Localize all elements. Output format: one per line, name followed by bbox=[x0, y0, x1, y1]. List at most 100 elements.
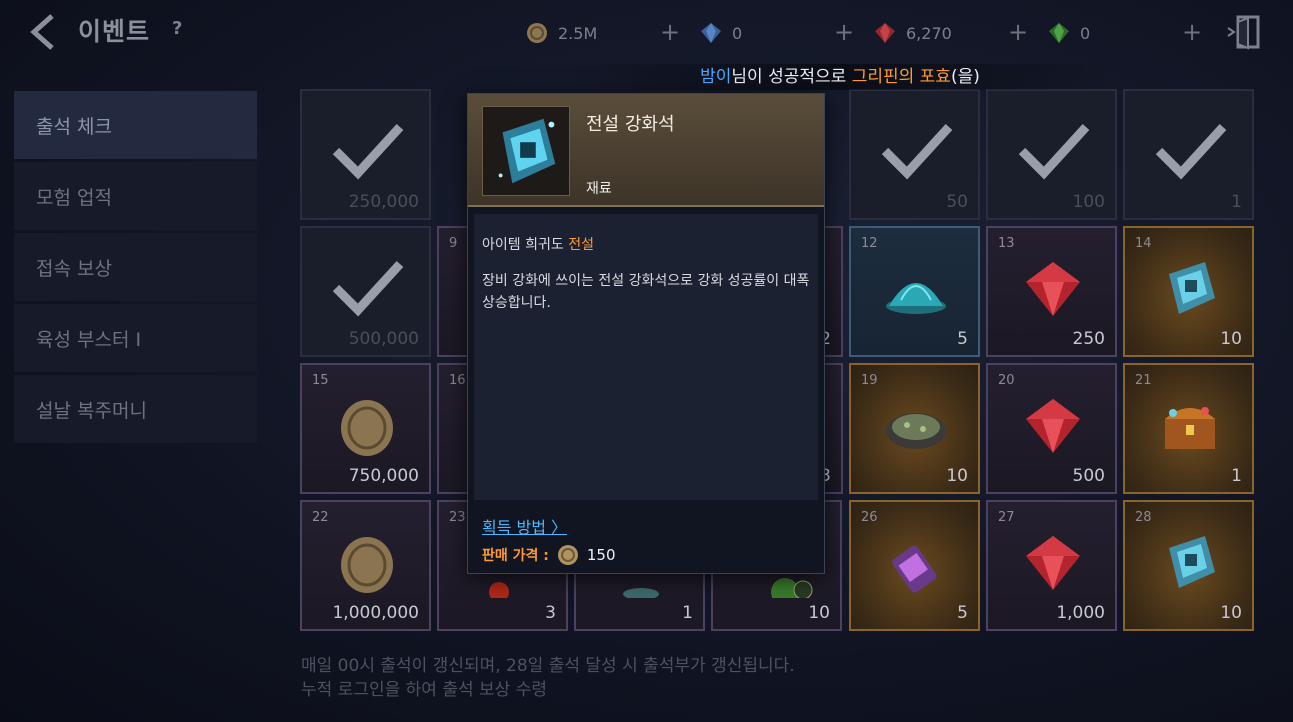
page-title: 이벤트 bbox=[78, 17, 151, 46]
gold-amount: 2.5M bbox=[558, 23, 598, 43]
check-icon bbox=[881, 123, 953, 180]
reward-cell[interactable]: 22 1,000,000 bbox=[300, 500, 431, 631]
reward-quantity: 10 bbox=[1220, 603, 1242, 623]
legend-enhance-stone-icon bbox=[1169, 536, 1215, 588]
scroll-icon bbox=[892, 545, 937, 593]
rarity-label: 아이템 희귀도 bbox=[482, 237, 564, 253]
reward-quantity: 750,000 bbox=[348, 466, 419, 486]
ore-icon bbox=[886, 413, 946, 449]
day-number: 21 bbox=[1135, 373, 1152, 388]
gold-coin-icon bbox=[557, 545, 578, 565]
reward-quantity: 10 bbox=[808, 603, 830, 623]
reward-quantity: 100 bbox=[1072, 192, 1105, 212]
reward-cell[interactable]: 28 10 bbox=[1123, 500, 1254, 631]
reward-quantity: 1,000 bbox=[1056, 603, 1105, 623]
day-number: 13 bbox=[998, 236, 1015, 251]
reward-cell[interactable]: 250,000 bbox=[300, 89, 431, 220]
info-line: 누적 로그인을 하여 출석 보상 수령 bbox=[301, 680, 547, 700]
event-sidebar: 출석 체크 모험 업적 접속 보상 육성 부스터 I 설날 복주머니 bbox=[14, 91, 257, 446]
sidebar-item-label: 모험 업적 bbox=[36, 186, 112, 209]
reward-quantity: 500 bbox=[1072, 466, 1105, 486]
item-rarity: 아이템 희귀도 전설 bbox=[482, 234, 594, 254]
reward-quantity: 500,000 bbox=[348, 329, 419, 349]
sidebar-item-growth-booster[interactable]: 육성 부스터 I bbox=[14, 304, 257, 372]
blue-gem-icon bbox=[700, 22, 722, 44]
red-gem-icon bbox=[1026, 262, 1080, 316]
green-gem-icon bbox=[1048, 22, 1070, 44]
sidebar-item-attendance[interactable]: 출석 체크 bbox=[14, 91, 257, 159]
reward-cell[interactable]: 100 bbox=[986, 89, 1117, 220]
price-label: 판매 가격 : bbox=[482, 548, 549, 564]
legend-enhance-stone-icon bbox=[1169, 262, 1215, 314]
reward-cell[interactable]: 50 bbox=[849, 89, 980, 220]
reward-cell[interactable]: 500,000 bbox=[300, 226, 431, 357]
rarity-value: 전설 bbox=[568, 237, 594, 253]
sidebar-item-label: 접속 보상 bbox=[36, 257, 112, 280]
sell-price: 판매 가격 : 150 bbox=[482, 544, 616, 566]
notice-text: 님이 성공적으로 bbox=[731, 67, 852, 87]
reward-cell[interactable]: 21 1 bbox=[1123, 363, 1254, 494]
notice-player-name: 밤이 bbox=[700, 67, 732, 87]
reward-quantity: 3 bbox=[545, 603, 556, 623]
reward-quantity: 250,000 bbox=[348, 192, 419, 212]
reward-cell[interactable]: 26 5 bbox=[849, 500, 980, 631]
item-description: 장비 강화에 쓰이는 전설 강화석으로 강화 성공률이 대폭 상승합니다. bbox=[482, 273, 810, 311]
add-green-gem-button[interactable]: + bbox=[1182, 18, 1202, 46]
reward-cell[interactable]: 15 750,000 bbox=[300, 363, 431, 494]
sidebar-item-label: 출석 체크 bbox=[36, 115, 112, 138]
reward-cell[interactable]: 14 10 bbox=[1123, 226, 1254, 357]
help-button[interactable]: ? bbox=[172, 18, 182, 39]
currency-green-gem: 0 bbox=[1048, 20, 1090, 46]
reward-cell[interactable]: 20 500 bbox=[986, 363, 1117, 494]
currency-blue-gem: 0 bbox=[700, 20, 742, 46]
day-number: 26 bbox=[861, 510, 878, 525]
reward-quantity: 1 bbox=[1231, 466, 1242, 486]
item-name: 전설 강화석 bbox=[586, 114, 675, 135]
day-number: 22 bbox=[312, 510, 329, 525]
reward-quantity: 250 bbox=[1072, 329, 1105, 349]
add-red-gem-button[interactable]: + bbox=[1008, 18, 1028, 46]
sidebar-item-adventure[interactable]: 모험 업적 bbox=[14, 162, 257, 230]
day-number: 12 bbox=[861, 236, 878, 251]
reward-quantity: 50 bbox=[946, 192, 968, 212]
currency-gold: 2.5M bbox=[526, 20, 597, 46]
reward-cell[interactable]: 19 10 bbox=[849, 363, 980, 494]
treasure-chest-icon bbox=[1165, 407, 1215, 449]
add-gold-button[interactable]: + bbox=[660, 18, 680, 46]
sidebar-item-label: 육성 부스터 I bbox=[36, 328, 142, 351]
reward-cell[interactable]: 1 bbox=[1123, 89, 1254, 220]
check-icon bbox=[332, 260, 404, 317]
currency-red-gem: 6,270 bbox=[874, 20, 952, 46]
blue-gem-amount: 0 bbox=[732, 23, 743, 43]
how-to-obtain-link[interactable]: 획득 방법 〉 bbox=[482, 514, 567, 538]
back-arrow-icon[interactable] bbox=[24, 12, 60, 52]
check-icon bbox=[1018, 123, 1090, 180]
day-number: 23 bbox=[449, 510, 466, 525]
legend-enhance-stone-icon bbox=[482, 106, 570, 196]
reward-cell[interactable]: 12 5 bbox=[849, 226, 980, 357]
reward-cell[interactable]: 27 1,000 bbox=[986, 500, 1117, 631]
acquisition-notice: 밤이님이 성공적으로 그리핀의 포효(을) bbox=[560, 64, 1120, 90]
sidebar-item-login-reward[interactable]: 접속 보상 bbox=[14, 233, 257, 301]
tooltip-header: 전설 강화석 재료 bbox=[468, 94, 824, 207]
green-gem-amount: 0 bbox=[1080, 23, 1091, 43]
exit-door-icon[interactable] bbox=[1226, 14, 1262, 50]
reward-quantity: 1,000,000 bbox=[332, 603, 419, 623]
day-number: 27 bbox=[998, 510, 1015, 525]
red-gem-icon bbox=[1026, 399, 1080, 453]
reward-quantity: 5 bbox=[957, 603, 968, 623]
sidebar-item-lucky-bag[interactable]: 설날 복주머니 bbox=[14, 375, 257, 443]
red-gem-icon bbox=[874, 22, 896, 44]
blue-powder-icon bbox=[886, 283, 946, 314]
notice-suffix: (을) bbox=[950, 67, 980, 87]
check-icon bbox=[1155, 123, 1227, 180]
check-icon bbox=[332, 123, 404, 180]
item-tooltip: 전설 강화석 재료 아이템 희귀도 전설 장비 강화에 쓰이는 전설 강화석으로… bbox=[467, 93, 825, 574]
gold-coin-icon bbox=[341, 537, 393, 593]
gold-coin-icon bbox=[341, 400, 393, 456]
red-gem-icon bbox=[1026, 536, 1080, 590]
day-number: 19 bbox=[861, 373, 878, 388]
add-blue-gem-button[interactable]: + bbox=[834, 18, 854, 46]
reward-quantity: 5 bbox=[957, 329, 968, 349]
reward-cell[interactable]: 13 250 bbox=[986, 226, 1117, 357]
